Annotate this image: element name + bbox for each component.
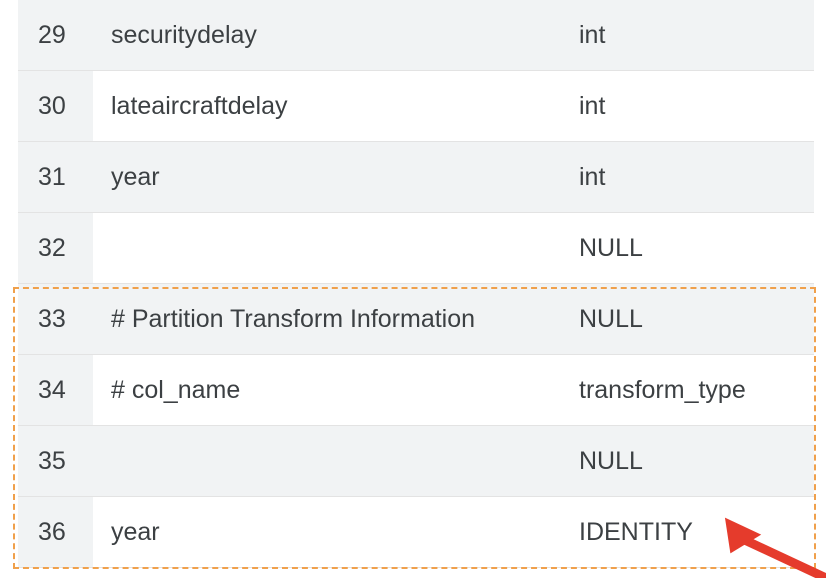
row-index: 29: [38, 20, 66, 49]
data-type-cell: int: [579, 91, 606, 120]
row-index: 31: [38, 162, 66, 191]
column-name-cell: [93, 213, 563, 283]
table-row[interactable]: 31 year int: [18, 142, 814, 213]
column-name-cell: [93, 426, 563, 496]
table-row[interactable]: 29 securitydelay int: [18, 0, 814, 71]
table-row[interactable]: 35 NULL: [18, 426, 814, 497]
data-type-cell: IDENTITY: [579, 517, 693, 546]
results-view: 29 securitydelay int 30 lateaircraftdela…: [0, 0, 826, 578]
row-index: 32: [18, 213, 93, 283]
data-type-cell: NULL: [579, 446, 643, 475]
table-row[interactable]: 36 year IDENTITY: [18, 497, 814, 568]
table-row[interactable]: 34 # col_name transform_type: [18, 355, 814, 426]
column-name-cell: # Partition Transform Information: [93, 284, 563, 354]
column-name-cell: # col_name: [93, 355, 563, 425]
data-type-cell: transform_type: [579, 375, 746, 404]
column-name-cell: year: [93, 142, 563, 212]
data-type-cell: int: [579, 20, 606, 49]
row-index: 30: [18, 71, 93, 141]
column-name-cell: year: [93, 497, 563, 567]
table-row[interactable]: 33 # Partition Transform Information NUL…: [18, 284, 814, 355]
row-index: 35: [38, 446, 66, 475]
table-row[interactable]: 32 NULL: [18, 213, 814, 284]
row-index: 34: [18, 355, 93, 425]
column-name-cell: lateaircraftdelay: [93, 71, 563, 141]
column-name-cell: securitydelay: [93, 0, 563, 70]
results-table: 29 securitydelay int 30 lateaircraftdela…: [18, 0, 814, 568]
table-row[interactable]: 30 lateaircraftdelay int: [18, 71, 814, 142]
data-type-cell: int: [579, 162, 606, 191]
row-index: 33: [38, 304, 66, 333]
row-index: 36: [18, 497, 93, 567]
data-type-cell: NULL: [579, 304, 643, 333]
data-type-cell: NULL: [579, 233, 643, 262]
